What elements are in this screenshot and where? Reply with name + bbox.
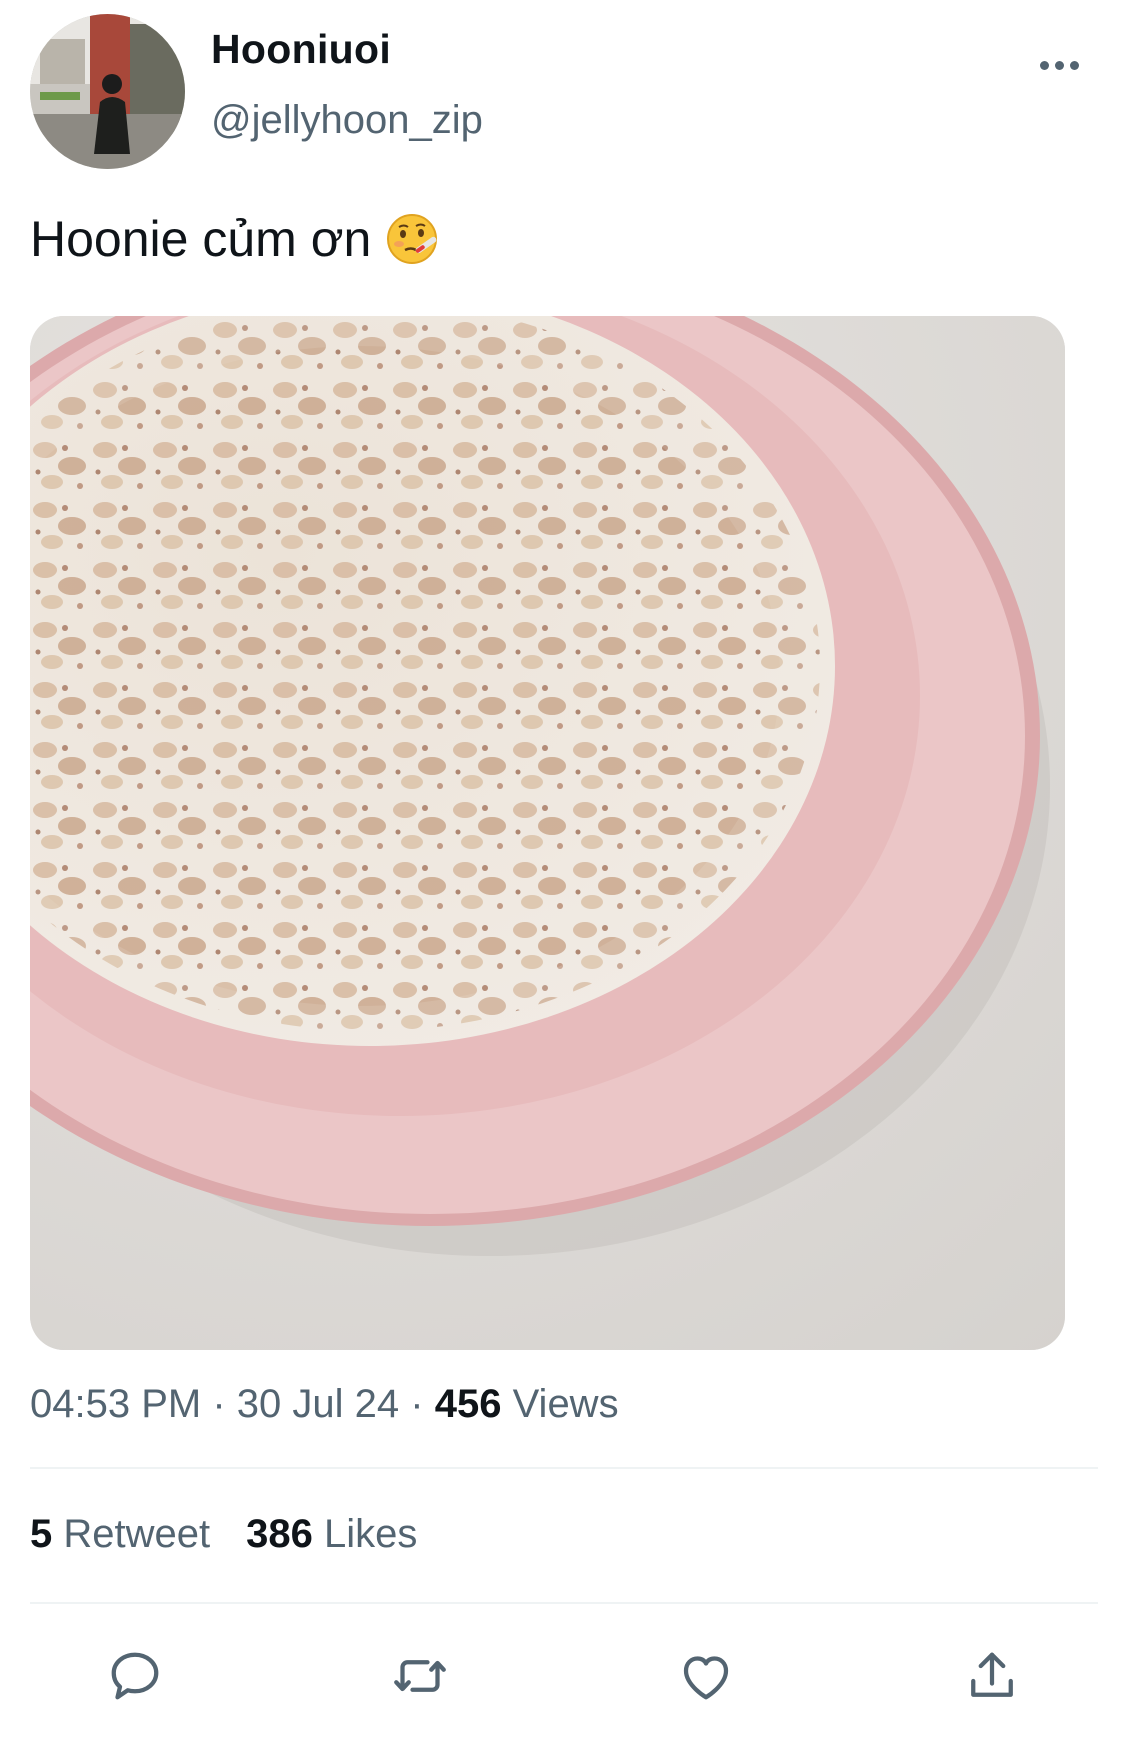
tweet-meta: 04:53 PM · 30 Jul 24 · 456 Views	[30, 1382, 619, 1427]
retweet-button[interactable]	[388, 1644, 452, 1708]
tweet-time[interactable]: 04:53 PM	[30, 1382, 201, 1426]
tweet-media-image[interactable]	[30, 316, 1065, 1350]
profile-photo	[30, 14, 185, 169]
tweet-text: Hoonie củm ơn	[30, 211, 372, 267]
tweet-text-row: Hoonie củm ơn	[30, 210, 439, 268]
engagement-stats: 5 Retweet 386 Likes	[30, 1512, 417, 1557]
more-options-icon[interactable]	[1040, 58, 1080, 72]
meta-separator: ·	[212, 1382, 226, 1426]
retweet-icon	[394, 1660, 446, 1692]
face-with-thermometer-emoji	[387, 214, 438, 264]
author-handle[interactable]: @jellyhoon_zip	[211, 98, 483, 143]
heart-icon	[683, 1656, 729, 1700]
oatmeal-bowl-photo	[30, 316, 1065, 1350]
likes-stat[interactable]: 386 Likes	[246, 1512, 417, 1556]
views-count: 456	[434, 1382, 502, 1426]
divider	[30, 1467, 1098, 1469]
divider	[30, 1602, 1098, 1604]
tweet-date[interactable]: 30 Jul 24	[237, 1382, 399, 1426]
likes-count: 386	[246, 1512, 313, 1556]
author-display-name[interactable]: Hooniuoi	[211, 26, 391, 73]
likes-label: Likes	[324, 1512, 418, 1556]
retweets-count: 5	[30, 1512, 53, 1556]
retweets-stat[interactable]: 5 Retweet	[30, 1512, 210, 1556]
meta-separator: ·	[410, 1382, 424, 1426]
share-button[interactable]	[960, 1644, 1024, 1708]
reply-icon	[111, 1652, 159, 1700]
share-icon	[971, 1652, 1013, 1697]
like-button[interactable]	[674, 1644, 738, 1708]
reply-button[interactable]	[103, 1644, 167, 1708]
views-label: Views	[512, 1382, 619, 1426]
retweets-label: Retweet	[63, 1512, 211, 1556]
avatar[interactable]	[30, 14, 185, 169]
